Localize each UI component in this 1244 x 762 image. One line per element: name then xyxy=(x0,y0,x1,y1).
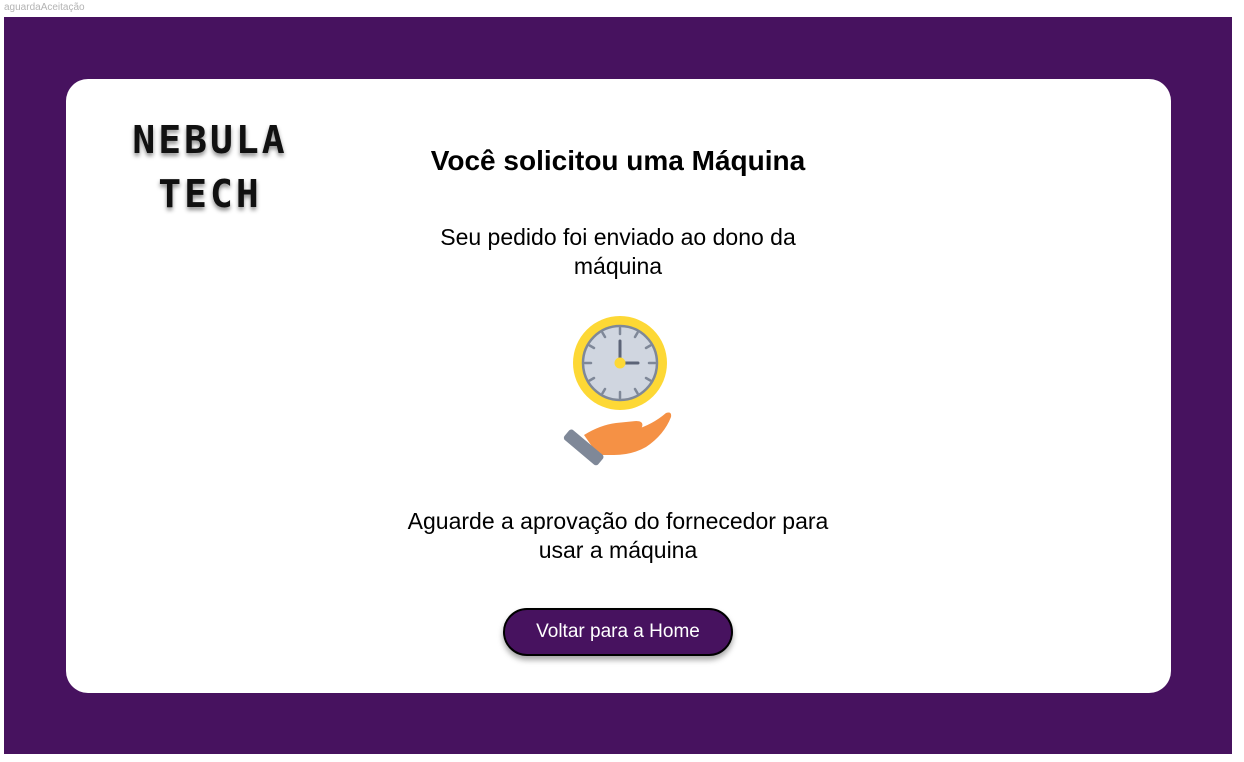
page-background: NEBULA TECH Você solicitou uma Máquina S… xyxy=(4,17,1232,754)
confirmation-card: NEBULA TECH Você solicitou uma Máquina S… xyxy=(66,79,1171,693)
clock-center xyxy=(614,357,626,369)
approval-wait-message: Aguarde a aprovação do fornecedor para u… xyxy=(407,508,829,563)
back-to-home-button[interactable]: Voltar para a Home xyxy=(503,608,733,656)
logo-line-2: TECH xyxy=(158,172,262,216)
page-title: Você solicitou uma Máquina xyxy=(430,145,806,176)
open-hand xyxy=(584,412,672,455)
nebula-tech-logo: NEBULA TECH xyxy=(110,113,310,221)
logo-line-1: NEBULA xyxy=(132,118,288,162)
frame-label: aguardaAceitação xyxy=(4,2,85,13)
request-sent-message: Seu pedido foi enviado ao dono da máquin… xyxy=(440,224,796,279)
clock-in-hand-icon xyxy=(554,315,678,475)
